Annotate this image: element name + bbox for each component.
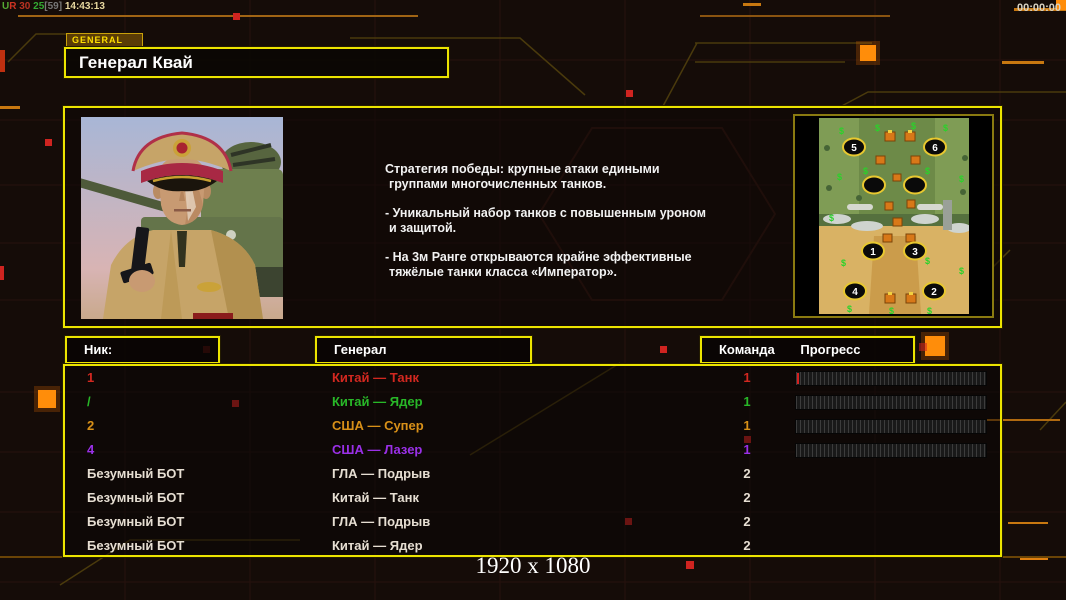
svg-text:$: $ [925, 256, 930, 266]
map-start-position: 2 [931, 287, 937, 298]
svg-text:$: $ [925, 166, 930, 176]
svg-text:$: $ [847, 304, 852, 314]
player-progress-bar [795, 419, 987, 434]
map-preview-image: $ $ $ $ $ $ $ $ $ $ $ $ $ $ $ 5 6 1 3 4 … [818, 118, 971, 316]
column-header-team-progress: Команда Прогресс [700, 336, 915, 364]
player-team: 2 [743, 490, 751, 505]
description-line: группами многочисленных танков. [389, 177, 607, 191]
player-nick: Безумный БОТ [87, 514, 185, 529]
map-start-position: 4 [852, 287, 858, 298]
player-row: 1 Китай — Танк 1 [65, 366, 1000, 390]
svg-text:$: $ [863, 166, 868, 176]
svg-text:$: $ [829, 213, 834, 223]
svg-text:$: $ [959, 174, 964, 184]
map-start-position: 6 [932, 143, 938, 154]
svg-text:$: $ [911, 121, 916, 131]
debug-part: 25 [30, 1, 45, 12]
players-table: 1 Китай — Танк 1 / Китай — Ядер 1 2 США … [63, 364, 1002, 557]
description-line: Стратегия победы: крупные атаки едиными [385, 162, 660, 176]
player-nick: 4 [87, 442, 95, 457]
column-header-general: Генерал [315, 336, 532, 364]
description-line: тяжёлые танки класса «Император». [389, 265, 618, 279]
player-nick: Безумный БОТ [87, 466, 185, 481]
player-row: Безумный БОТ Китай — Танк 2 [65, 486, 1000, 510]
player-team: 1 [743, 442, 751, 457]
page-title: Генерал Квай [64, 47, 449, 78]
player-row: 2 США — Супер 1 [65, 414, 1000, 438]
player-team: 2 [743, 466, 751, 481]
player-row: 4 США — Лазер 1 [65, 438, 1000, 462]
debug-part: 14:43:13 [62, 1, 105, 12]
player-row: Безумный БОТ ГЛА — Подрыв 2 [65, 462, 1000, 486]
player-nick: / [87, 394, 91, 409]
player-general: Китай — Танк [332, 370, 419, 385]
svg-text:$: $ [875, 123, 880, 133]
player-team: 1 [743, 394, 751, 409]
svg-text:$: $ [837, 172, 842, 182]
debug-part: [59] [44, 1, 63, 12]
map-start-position: 1 [870, 247, 876, 258]
description-line: - Уникальный набор танков с повышенным у… [385, 206, 707, 220]
general-info-panel: Стратегия победы: крупные атаки едиными … [63, 106, 1002, 328]
svg-text:$: $ [927, 306, 932, 314]
progress-tick [797, 373, 799, 384]
description-line: и защитой. [389, 221, 457, 235]
player-row: Безумный БОТ ГЛА — Подрыв 2 [65, 510, 1000, 534]
debug-readout: UR 30 25[59] 14:43:13 [2, 1, 105, 12]
player-row: / Китай — Ядер 1 [65, 390, 1000, 414]
general-portrait-image [70, 117, 283, 319]
column-header-progress: Прогресс [800, 342, 861, 357]
player-progress-bar [795, 443, 987, 458]
map-start-position: 5 [851, 143, 857, 154]
loading-screen: UR 30 25[59] 14:43:13 00:00:00 GENERAL Г… [0, 0, 1066, 600]
player-nick: 2 [87, 418, 95, 433]
match-timer: 00:00:00 [1016, 2, 1061, 14]
column-header-nick: Ник: [65, 336, 220, 364]
column-header-team: Команда [719, 342, 775, 357]
description-line: - На 3м Ранге открываются крайне эффекти… [385, 250, 692, 264]
player-general: США — Супер [332, 418, 424, 433]
player-general: США — Лазер [332, 442, 423, 457]
debug-part: 30 [16, 1, 31, 12]
player-team: 1 [743, 418, 751, 433]
player-team: 2 [743, 514, 751, 529]
player-nick: Безумный БОТ [87, 490, 185, 505]
player-team: 1 [743, 370, 751, 385]
map-preview: $ $ $ $ $ $ $ $ $ $ $ $ $ $ $ 5 6 1 3 4 … [793, 114, 994, 318]
player-progress-bar [795, 371, 987, 386]
player-general: Китай — Ядер [332, 394, 423, 409]
strategy-description: Стратегия победы: крупные атаки едиными … [385, 162, 730, 280]
svg-text:$: $ [889, 306, 894, 314]
player-general: ГЛА — Подрыв [332, 514, 431, 529]
svg-text:$: $ [943, 123, 948, 133]
svg-text:$: $ [841, 258, 846, 268]
player-progress-bar [795, 395, 987, 410]
general-portrait [70, 117, 283, 319]
svg-text:$: $ [839, 126, 844, 136]
general-tab: GENERAL [66, 33, 143, 48]
player-nick: 1 [87, 370, 95, 385]
player-general: ГЛА — Подрыв [332, 466, 431, 481]
player-general: Китай — Танк [332, 490, 419, 505]
map-start-position: 3 [912, 247, 918, 258]
svg-text:$: $ [959, 266, 964, 276]
resolution-label: 1920 x 1080 [475, 553, 591, 578]
